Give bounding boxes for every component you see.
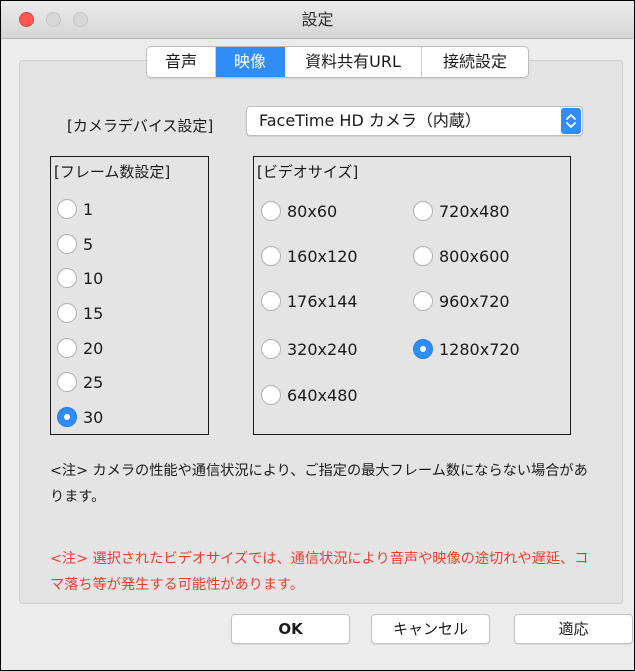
camera-device-value: FaceTime HD カメラ（内蔵）: [259, 111, 481, 130]
size-option-label: 176x144: [287, 291, 358, 311]
radio-icon[interactable]: [261, 246, 281, 266]
fps-option-20[interactable]: 20: [57, 338, 103, 358]
radio-icon[interactable]: [261, 385, 281, 405]
radio-icon[interactable]: [413, 291, 433, 311]
size-option-960x720[interactable]: 960x720: [413, 291, 510, 311]
tab-shared-material-url[interactable]: 資料共有URL: [285, 47, 422, 77]
fps-option-label: 20: [83, 338, 104, 358]
radio-icon[interactable]: [413, 246, 433, 266]
fps-option-label: 1: [83, 199, 94, 219]
fps-option-25[interactable]: 25: [57, 372, 103, 392]
size-option-label: 1280x720: [439, 339, 520, 359]
fps-option-label: 30: [83, 407, 104, 427]
frame-rate-note: <注> カメラの性能や通信状況により、ご指定の最大フレーム数にならない場合があり…: [50, 463, 588, 505]
title-bar[interactable]: 設定: [1, 1, 634, 39]
radio-icon[interactable]: [261, 201, 281, 221]
tab-audio[interactable]: 音声: [147, 47, 216, 77]
size-option-label: 320x240: [287, 339, 358, 359]
radio-icon[interactable]: [413, 201, 433, 221]
video-size-group-title: [ビデオサイズ]: [257, 163, 359, 181]
radio-icon[interactable]: [261, 291, 281, 311]
apply-button[interactable]: 適応: [514, 614, 633, 644]
tab-connection-settings[interactable]: 接続設定: [422, 47, 528, 77]
radio-icon[interactable]: [57, 372, 77, 392]
fps-option-5[interactable]: 5: [57, 234, 93, 254]
size-option-label: 960x720: [439, 291, 510, 311]
radio-icon[interactable]: [261, 339, 281, 359]
size-option-label: 640x480: [287, 385, 358, 405]
fps-option-label: 15: [83, 303, 104, 323]
size-option-640x480[interactable]: 640x480: [261, 385, 358, 405]
frame-rate-group-title: [フレーム数設定]: [54, 163, 171, 181]
radio-checked-icon[interactable]: [57, 407, 77, 427]
frame-rate-group: [フレーム数設定] 1 5 10 15 20 25 30: [50, 156, 209, 435]
tab-video[interactable]: 映像: [216, 47, 285, 77]
size-option-160x120[interactable]: 160x120: [261, 246, 358, 266]
select-arrows-icon[interactable]: [561, 108, 581, 134]
size-option-720x480[interactable]: 720x480: [413, 201, 510, 221]
size-option-176x144[interactable]: 176x144: [261, 291, 358, 311]
window-title: 設定: [301, 10, 334, 29]
camera-device-label: [カメラデバイス設定]: [67, 117, 214, 135]
camera-device-select[interactable]: FaceTime HD カメラ（内蔵）: [246, 106, 583, 136]
size-option-label: 80x60: [287, 201, 338, 221]
fps-option-15[interactable]: 15: [57, 303, 103, 323]
radio-icon[interactable]: [57, 268, 77, 288]
fps-option-label: 25: [83, 372, 104, 392]
settings-window: 設定 音声 映像 資料共有URL 接続設定 [カメラデバイス設定] FaceTi…: [0, 0, 635, 671]
radio-icon[interactable]: [57, 303, 77, 323]
radio-icon[interactable]: [57, 199, 77, 219]
video-size-group: [ビデオサイズ] 80x60 160x120 176x144 320x240 6…: [253, 156, 571, 435]
radio-icon[interactable]: [57, 234, 77, 254]
size-option-80x60[interactable]: 80x60: [261, 201, 337, 221]
size-option-320x240[interactable]: 320x240: [261, 339, 358, 359]
size-option-label: 160x120: [287, 246, 358, 266]
cancel-button[interactable]: キャンセル: [371, 614, 490, 644]
fps-option-1[interactable]: 1: [57, 199, 93, 219]
size-option-1280x720[interactable]: 1280x720: [413, 339, 520, 359]
radio-checked-icon[interactable]: [413, 339, 433, 359]
tab-bar: 音声 映像 資料共有URL 接続設定: [146, 46, 529, 78]
ok-button[interactable]: OK: [231, 614, 350, 644]
size-option-label: 800x600: [439, 246, 510, 266]
size-option-label: 720x480: [439, 201, 510, 221]
fps-option-label: 10: [83, 268, 104, 288]
fps-option-30[interactable]: 30: [57, 407, 103, 427]
size-option-800x600[interactable]: 800x600: [413, 246, 510, 266]
video-size-warning-note: <注> 選択されたビデオサイズでは、通信状況により音声や映像の途切れや遅延、コマ…: [50, 551, 589, 593]
radio-icon[interactable]: [57, 338, 77, 358]
fps-option-label: 5: [83, 234, 94, 254]
fps-option-10[interactable]: 10: [57, 268, 103, 288]
